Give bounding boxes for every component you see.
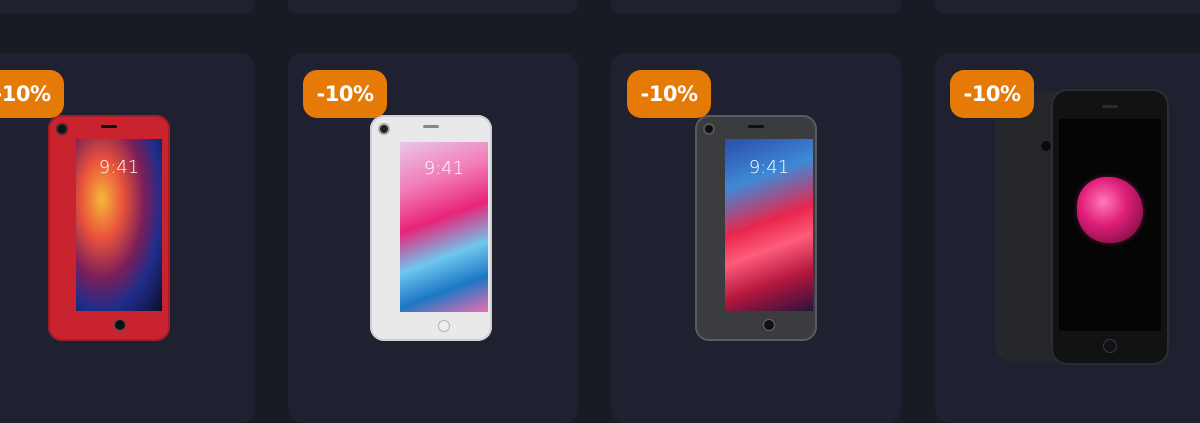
product-card[interactable]: 9:41 -10% bbox=[611, 53, 901, 423]
product-card-partial[interactable] bbox=[935, 0, 1200, 14]
product-card[interactable]: 9:41 -10% bbox=[288, 53, 578, 423]
rear-camera bbox=[56, 123, 68, 135]
rear-camera bbox=[1041, 141, 1051, 151]
earpiece bbox=[748, 125, 764, 128]
phone-screen: 9:41 bbox=[400, 142, 488, 312]
discount-badge: -10% bbox=[627, 70, 711, 118]
lock-screen-time: 9:41 bbox=[748, 157, 790, 178]
product-card[interactable]: 9:41 -10% bbox=[0, 53, 255, 423]
lock-screen-time: 9:41 bbox=[423, 158, 465, 179]
product-card-partial[interactable] bbox=[288, 0, 578, 14]
discount-badge: -10% bbox=[303, 70, 387, 118]
product-image-iphone-silver: 9:41 bbox=[370, 115, 492, 341]
earpiece bbox=[423, 125, 439, 128]
product-card[interactable]: -10% bbox=[935, 53, 1200, 423]
discount-badge: -10% bbox=[950, 70, 1034, 118]
home-button bbox=[763, 319, 775, 331]
product-image-iphone-space-gray: 9:41 bbox=[695, 115, 817, 341]
rear-camera bbox=[378, 123, 390, 135]
phone-screen: 9:41 bbox=[725, 139, 813, 311]
home-button bbox=[114, 319, 126, 331]
red-orb-wallpaper bbox=[1077, 177, 1143, 243]
earpiece bbox=[1102, 105, 1118, 108]
phone-screen: 9:41 bbox=[76, 139, 162, 311]
home-button bbox=[438, 320, 450, 332]
lock-screen-time: 9:41 bbox=[98, 157, 140, 178]
home-button bbox=[1103, 339, 1117, 353]
earpiece bbox=[101, 125, 117, 128]
product-card-partial[interactable] bbox=[611, 0, 901, 14]
product-image-iphone-7-plus-front bbox=[1051, 89, 1169, 365]
product-card-partial[interactable] bbox=[0, 0, 255, 14]
product-image-iphone-red: 9:41 bbox=[48, 115, 170, 341]
rear-camera bbox=[703, 123, 715, 135]
phone-screen bbox=[1059, 119, 1161, 331]
discount-badge: -10% bbox=[0, 70, 64, 118]
